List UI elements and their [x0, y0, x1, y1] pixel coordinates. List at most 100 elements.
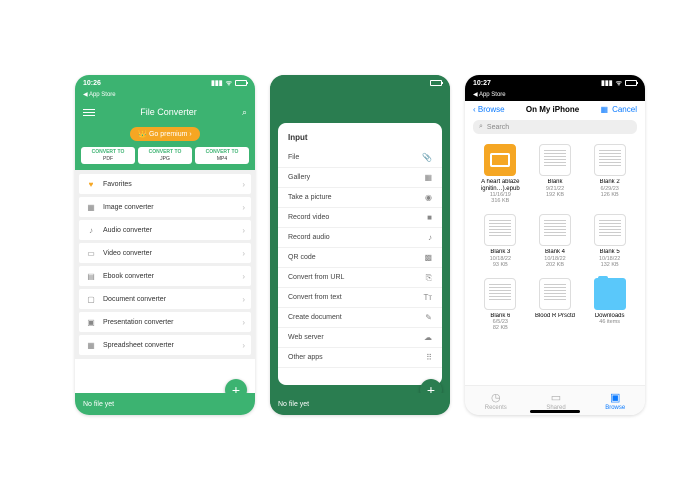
- file-item[interactable]: Blank 26/29/23126 KB: [584, 144, 635, 204]
- file-meta: 9/21/22192 KB: [546, 186, 564, 198]
- option-icon: ⠿: [426, 353, 432, 362]
- file-item[interactable]: Blank 410/18/22202 KB: [530, 214, 581, 268]
- search-icon[interactable]: ⌕: [242, 107, 247, 118]
- row-video-converter[interactable]: ▭Video converter›: [79, 243, 251, 263]
- option-label: Take a picture: [288, 194, 425, 201]
- back-to-appstore[interactable]: ◀ App Store: [465, 91, 645, 101]
- file-thumb: [539, 278, 571, 310]
- option-label: Record audio: [288, 234, 428, 241]
- footer-status: No file yet: [75, 393, 255, 415]
- file-item[interactable]: Blank 310/18/2293 KB: [475, 214, 526, 268]
- search-input[interactable]: ⌕ Search: [473, 120, 637, 134]
- back-to-appstore[interactable]: ◀ App Store: [75, 91, 255, 101]
- tab-shared[interactable]: ▭Shared: [546, 391, 565, 411]
- row-audio-converter[interactable]: ♪Audio converter›: [79, 220, 251, 240]
- option-icon: ■: [427, 213, 432, 222]
- file-thumb: [539, 144, 571, 176]
- browse-back-button[interactable]: ‹ Browse: [473, 105, 505, 114]
- input-create-doc[interactable]: Create document✎: [278, 308, 442, 328]
- file-meta: 10/18/2293 KB: [490, 256, 511, 268]
- row-label: Favorites: [103, 181, 242, 188]
- battery-icon: [430, 80, 442, 86]
- status-bar: 10:26 ▮▮▮ ᯤ: [75, 75, 255, 91]
- hamburger-icon[interactable]: [83, 109, 95, 116]
- status-icons: ▮▮▮ ᯤ: [601, 79, 637, 88]
- input-record-video[interactable]: Record video■: [278, 208, 442, 228]
- file-thumb: [594, 278, 626, 310]
- input-gallery[interactable]: Gallery▦: [278, 168, 442, 188]
- file-thumb: [484, 214, 516, 246]
- chevron-right-icon: ›: [242, 249, 245, 258]
- input-other-apps[interactable]: Other apps⠿: [278, 348, 442, 368]
- search-icon: ⌕: [479, 123, 483, 131]
- view-grid-icon[interactable]: ▦: [601, 105, 609, 114]
- premium-row: 👑 Go premium ›: [75, 123, 255, 147]
- option-label: Gallery: [288, 174, 424, 181]
- convert-pill[interactable]: CONVERT TOJPG: [138, 147, 192, 164]
- file-item[interactable]: A heart ablaze ignitin…).epub11/16/19316…: [475, 144, 526, 204]
- file-meta: 11/16/19316 KB: [490, 192, 511, 204]
- file-thumb: [539, 214, 571, 246]
- signal-icon: ▮▮▮: [601, 79, 613, 87]
- file-name: Blood R Prsctd: [535, 313, 575, 320]
- option-label: Create document: [288, 314, 425, 321]
- tab-recents[interactable]: ◷Recents: [485, 391, 507, 411]
- battery-icon: [235, 80, 247, 86]
- file-name: Blank 3: [490, 249, 510, 256]
- row-favorites[interactable]: ♥Favorites›: [79, 174, 251, 194]
- option-icon: ⎘: [426, 273, 432, 283]
- row-icon: ▦: [85, 203, 97, 212]
- option-icon: Tт: [423, 293, 432, 302]
- convert-pill[interactable]: CONVERT TOMP4: [195, 147, 249, 164]
- screenshot-input-modal: 10:26 ▮▮▮ ᯤ ◀ App Store Audio converter …: [270, 75, 450, 415]
- file-item[interactable]: Blank9/21/22192 KB: [530, 144, 581, 204]
- file-item[interactable]: Blood R Prsctd: [530, 278, 581, 332]
- file-item[interactable]: Blank 510/18/22132 KB: [584, 214, 635, 268]
- input-modal: Input File📎Gallery▦Take a picture◉Record…: [278, 123, 442, 385]
- row-ebook-converter[interactable]: ▤Ebook converter›: [79, 266, 251, 286]
- option-label: Record video: [288, 214, 427, 221]
- option-icon: ▩: [424, 253, 432, 262]
- status-time: 10:27: [473, 80, 491, 87]
- input-record-audio[interactable]: Record audio♪: [278, 228, 442, 248]
- input-qr-code[interactable]: QR code▩: [278, 248, 442, 268]
- convert-pill[interactable]: CONVERT TOPDF: [81, 147, 135, 164]
- status-time: 10:26: [83, 80, 101, 87]
- cancel-button[interactable]: Cancel: [612, 105, 637, 114]
- input-take-picture[interactable]: Take a picture◉: [278, 188, 442, 208]
- chevron-right-icon: ›: [242, 203, 245, 212]
- file-name: Blank 6: [490, 313, 510, 320]
- row-presentation-converter[interactable]: ▣Presentation converter›: [79, 312, 251, 332]
- row-icon: ▭: [85, 249, 97, 258]
- header-title: File Converter: [95, 107, 242, 117]
- clock-icon: ◷: [491, 391, 501, 404]
- tab-browse[interactable]: ▣Browse: [605, 391, 625, 411]
- file-grid: A heart ablaze ignitin…).epub11/16/19316…: [465, 138, 645, 337]
- file-name: Blank: [547, 179, 562, 186]
- option-label: Web server: [288, 334, 424, 341]
- file-item[interactable]: Blank 66/5/2382 KB: [475, 278, 526, 332]
- input-from-url[interactable]: Convert from URL⎘: [278, 268, 442, 288]
- row-icon: ▦: [85, 341, 97, 350]
- row-image-converter[interactable]: ▦Image converter›: [79, 197, 251, 217]
- input-file[interactable]: File📎: [278, 148, 442, 168]
- row-label: Audio converter: [103, 227, 242, 234]
- input-web-server[interactable]: Web server☁: [278, 328, 442, 348]
- file-thumb: [484, 278, 516, 310]
- row-icon: ▤: [85, 272, 97, 281]
- row-spreadsheet-converter[interactable]: ▦Spreadsheet converter›: [79, 335, 251, 355]
- file-item[interactable]: Downloads46 items: [584, 278, 635, 332]
- chevron-right-icon: ›: [242, 295, 245, 304]
- option-label: Other apps: [288, 354, 426, 361]
- converter-list: ♥Favorites› ▦Image converter› ♪Audio conve…: [75, 170, 255, 359]
- option-icon: ▦: [424, 173, 432, 182]
- folder-icon: ▭: [551, 391, 561, 404]
- row-document-converter[interactable]: ▢Document converter›: [79, 289, 251, 309]
- screenshot-file-converter: 10:26 ▮▮▮ ᯤ ◀ App Store File Converter ⌕…: [75, 75, 255, 415]
- go-premium-button[interactable]: 👑 Go premium ›: [130, 127, 199, 141]
- input-from-text[interactable]: Convert from textTт: [278, 288, 442, 308]
- chevron-right-icon: ›: [242, 272, 245, 281]
- browse-icon: ▣: [610, 391, 620, 404]
- row-icon: ▢: [85, 295, 97, 304]
- file-thumb: [594, 214, 626, 246]
